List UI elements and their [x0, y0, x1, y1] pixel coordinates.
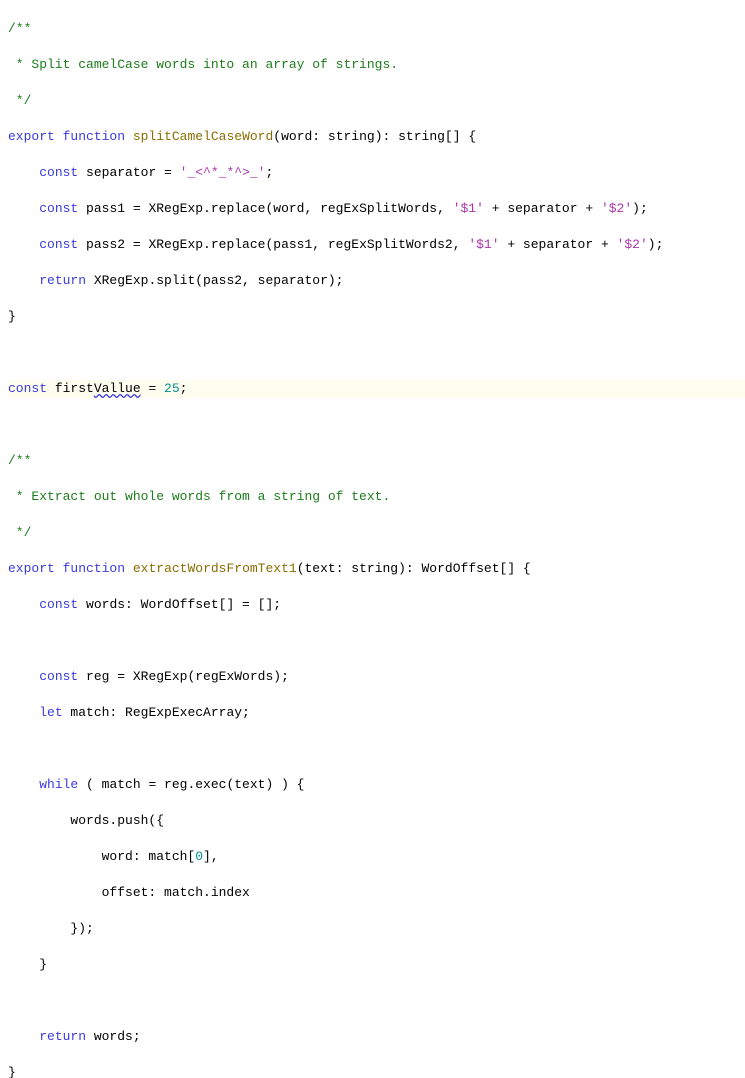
code-line: /** [8, 452, 745, 470]
keyword-export: export [8, 129, 55, 144]
code-line: return words; [8, 1028, 745, 1046]
code-text: XRegExp.split(pass2, separator); [86, 273, 343, 288]
keyword-const: const [39, 237, 78, 252]
code-line: } [8, 956, 745, 974]
code-line: offset: match.index [8, 884, 745, 902]
function-name: splitCamelCaseWord [133, 129, 273, 144]
code-line: const pass2 = XRegExp.replace(pass1, reg… [8, 236, 745, 254]
keyword-export: export [8, 561, 55, 576]
string-literal: '_<^*_*^>_' [180, 165, 266, 180]
code-text: pass2 = XRegExp.replace(pass1, regExSpli… [78, 237, 468, 252]
code-editor[interactable]: /** * Split camelCase words into an arra… [0, 0, 745, 1078]
code-text [8, 669, 39, 684]
code-line: const reg = XRegExp(regExWords); [8, 668, 745, 686]
code-line: */ [8, 524, 745, 542]
code-text: } [8, 957, 47, 972]
keyword-return: return [39, 273, 86, 288]
code-line [8, 740, 745, 758]
code-text [8, 705, 39, 720]
comment: /** [8, 21, 31, 36]
keyword-const: const [8, 381, 47, 396]
code-text: first [47, 381, 94, 396]
code-line: while ( match = reg.exec(text) ) { [8, 776, 745, 794]
code-line: } [8, 1064, 745, 1078]
keyword-function: function [63, 561, 125, 576]
spell-error[interactable]: Vallue [94, 381, 141, 396]
keyword-const: const [39, 165, 78, 180]
keyword-while: while [39, 777, 78, 792]
code-text: (word: string): string[] { [273, 129, 476, 144]
code-text: = [141, 381, 164, 396]
code-text [8, 237, 39, 252]
function-name: extractWordsFromText1 [133, 561, 297, 576]
code-line [8, 416, 745, 434]
code-text: ( match = reg.exec(text) ) { [78, 777, 304, 792]
keyword-const: const [39, 201, 78, 216]
number-literal: 0 [195, 849, 203, 864]
code-text: ; [180, 381, 188, 396]
keyword-function: function [63, 129, 125, 144]
comment: /** [8, 453, 31, 468]
code-text [8, 1029, 39, 1044]
code-text: separator = [78, 165, 179, 180]
code-line [8, 632, 745, 650]
code-text: + separator + [500, 237, 617, 252]
code-text: word: match[ [8, 849, 195, 864]
code-text: ], [203, 849, 219, 864]
code-line: * Split camelCase words into an array of… [8, 56, 745, 74]
code-line [8, 344, 745, 362]
code-text: ); [648, 237, 664, 252]
keyword-return: return [39, 1029, 86, 1044]
code-text: match: RegExpExecArray; [63, 705, 250, 720]
comment: * Split camelCase words into an array of… [8, 57, 398, 72]
code-text [8, 597, 39, 612]
code-text [8, 165, 39, 180]
code-text: offset: match.index [8, 885, 250, 900]
code-text: words: WordOffset[] = []; [78, 597, 281, 612]
code-text: words.push({ [8, 813, 164, 828]
code-text: }); [8, 921, 94, 936]
code-line: * Extract out whole words from a string … [8, 488, 745, 506]
code-text: words; [86, 1029, 141, 1044]
string-literal: '$2' [617, 237, 648, 252]
code-text [8, 777, 39, 792]
keyword-let: let [39, 705, 62, 720]
keyword-const: const [39, 597, 78, 612]
code-text: pass1 = XRegExp.replace(word, regExSplit… [78, 201, 452, 216]
code-line-current: const firstVallue = 25; [8, 380, 745, 398]
code-text [8, 201, 39, 216]
code-text: } [8, 309, 16, 324]
code-text: reg = XRegExp(regExWords); [78, 669, 289, 684]
code-line: words.push({ [8, 812, 745, 830]
code-line: */ [8, 92, 745, 110]
code-line: } [8, 308, 745, 326]
code-line: let match: RegExpExecArray; [8, 704, 745, 722]
code-line: }); [8, 920, 745, 938]
code-text: (text: string): WordOffset[] { [297, 561, 531, 576]
code-text: ); [632, 201, 648, 216]
comment: */ [8, 525, 31, 540]
code-line [8, 992, 745, 1010]
code-text: + separator + [484, 201, 601, 216]
code-line: word: match[0], [8, 848, 745, 866]
code-line: /** [8, 20, 745, 38]
code-text [8, 273, 39, 288]
comment: * Extract out whole words from a string … [8, 489, 390, 504]
comment: */ [8, 93, 31, 108]
string-literal: '$2' [601, 201, 632, 216]
code-text: ; [265, 165, 273, 180]
code-line: export function extractWordsFromText1(te… [8, 560, 745, 578]
string-literal: '$1' [453, 201, 484, 216]
number-literal: 25 [164, 381, 180, 396]
code-line: export function splitCamelCaseWord(word:… [8, 128, 745, 146]
code-text: } [8, 1065, 16, 1078]
code-line: const pass1 = XRegExp.replace(word, regE… [8, 200, 745, 218]
code-line: return XRegExp.split(pass2, separator); [8, 272, 745, 290]
keyword-const: const [39, 669, 78, 684]
code-line: const separator = '_<^*_*^>_'; [8, 164, 745, 182]
code-line: const words: WordOffset[] = []; [8, 596, 745, 614]
string-literal: '$1' [468, 237, 499, 252]
